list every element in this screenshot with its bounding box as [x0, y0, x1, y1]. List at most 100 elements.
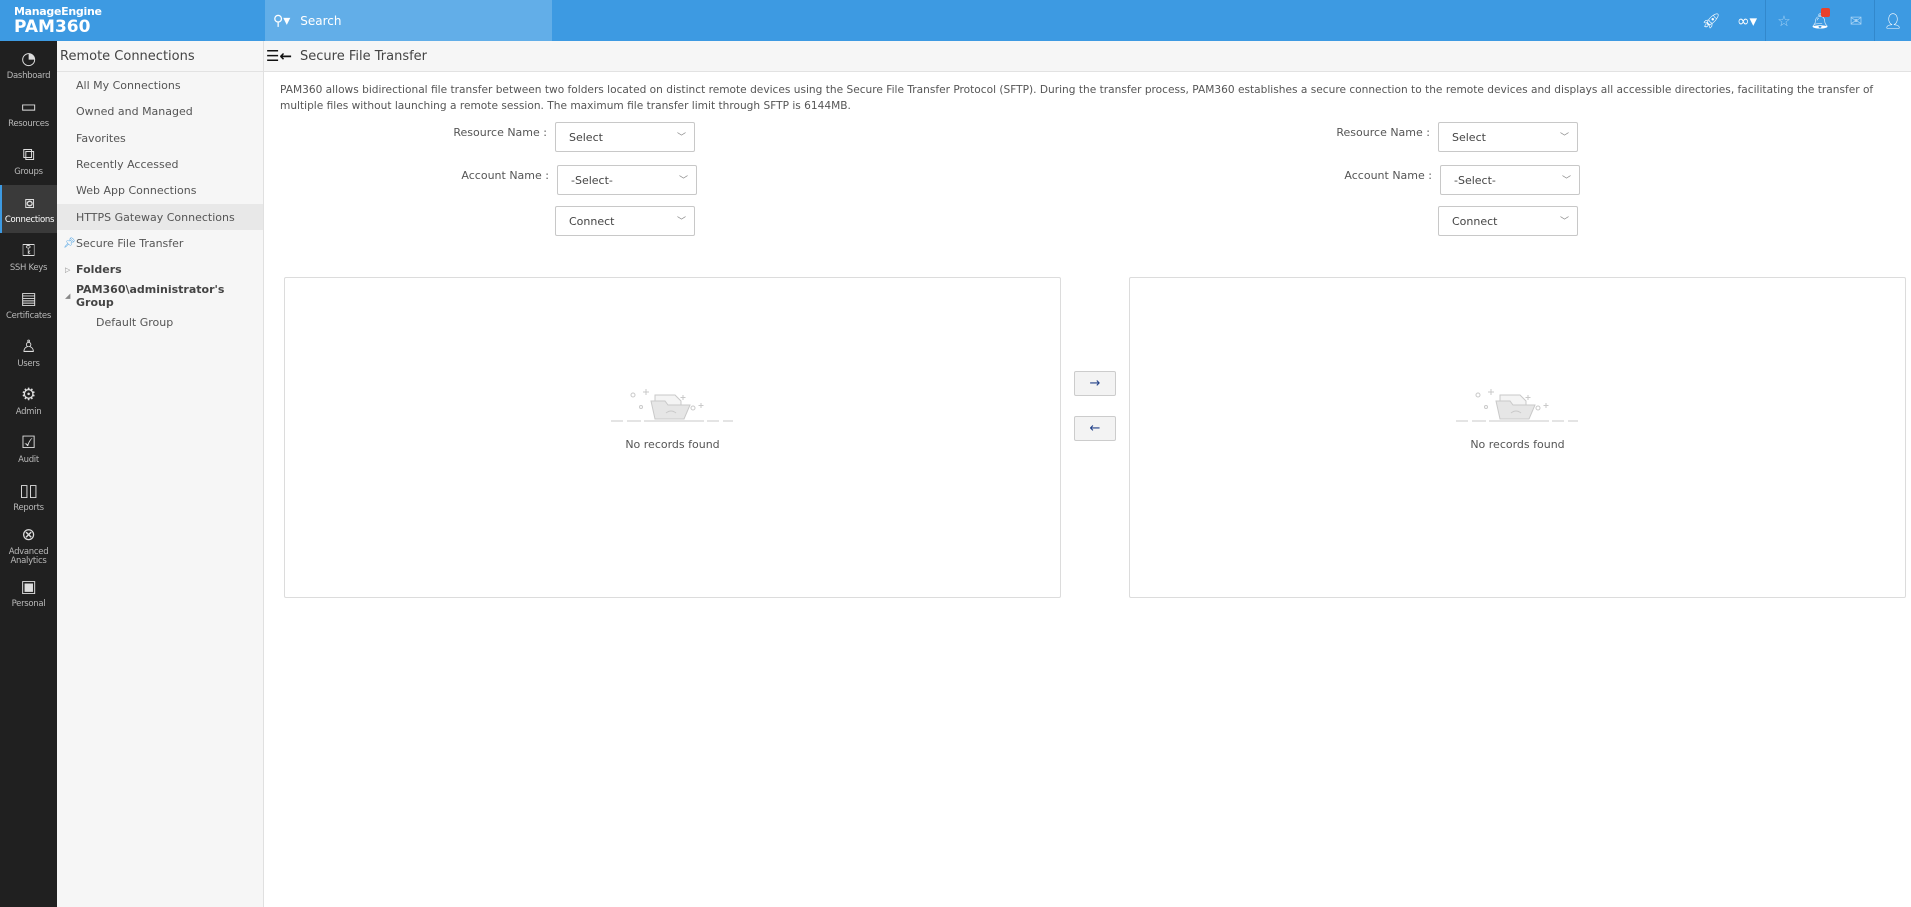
nav-audit[interactable]: ☑ Audit — [0, 425, 57, 473]
main-content: ☰ ← Secure File Transfer PAM360 allows b… — [264, 41, 1911, 907]
left-resource-label: Resource Name : — [453, 126, 547, 139]
link-icon[interactable]: ∞▾ — [1729, 0, 1765, 41]
nav-label: SSH Keys — [9, 263, 48, 273]
nav-label: Reports — [13, 503, 44, 513]
clipboard-check-icon: ☑ — [21, 433, 36, 453]
right-account-label: Account Name : — [1344, 169, 1432, 182]
sidebar-item-secure-file-transfer[interactable]: 📌︎ Secure File Transfer — [57, 230, 263, 256]
item-label: Folders — [76, 263, 122, 277]
sidebar-item-recently-accessed[interactable]: Recently Accessed — [57, 151, 263, 177]
search-bar[interactable]: ⚲▾ Search — [265, 0, 552, 41]
right-file-panel[interactable]: No records found — [1129, 277, 1906, 598]
right-account-select[interactable]: -Select- ﹀ — [1440, 165, 1580, 195]
nav-users[interactable]: ♙ Users — [0, 329, 57, 377]
select-value: -Select- — [1454, 173, 1496, 187]
left-connect-select[interactable]: Connect ﹀ — [555, 206, 695, 236]
item-label: HTTPS Gateway Connections — [76, 210, 235, 224]
search-icon: ⚲▾ — [273, 12, 291, 29]
ssh-key-icon: ⚿ — [22, 241, 35, 261]
search-input[interactable]: Search — [300, 14, 341, 28]
sidebar-title: Remote Connections — [57, 41, 263, 72]
right-resource-select[interactable]: Select ﹀ — [1438, 122, 1578, 152]
logo[interactable]: ManageEngine PAM360 — [14, 5, 102, 36]
left-resource-select[interactable]: Select ﹀ — [555, 122, 695, 152]
select-value: Connect — [1452, 214, 1498, 228]
nav-label: Admin — [15, 407, 42, 417]
item-label: Secure File Transfer — [76, 236, 184, 250]
arrow-right-icon: → — [1089, 376, 1101, 391]
sidebar-item-favorites[interactable]: Favorites — [57, 125, 263, 151]
page-title: Secure File Transfer — [300, 48, 428, 64]
groups-icon: ⧉ — [22, 145, 35, 165]
brand-name: PAM360 — [14, 17, 91, 37]
empty-folder-icon — [610, 389, 733, 422]
select-value: Select — [569, 130, 603, 144]
expand-icon[interactable]: ▷ — [65, 266, 70, 274]
transfer-left-button[interactable]: ← — [1074, 416, 1116, 441]
top-bar: ManageEngine PAM360 ⚲▾ Search 🚀︎ ∞▾ ☆ 🔔︎… — [0, 0, 1911, 41]
nav-label: Advanced Analytics — [8, 546, 49, 566]
sidebar-item-all-my-connections[interactable]: All My Connections — [57, 73, 263, 99]
nav-admin[interactable]: ⚙ Admin — [0, 377, 57, 425]
mail-icon[interactable]: ✉ — [1838, 0, 1874, 41]
nav-label: Personal — [11, 599, 46, 609]
chevron-down-icon: ﹀ — [676, 133, 686, 143]
empty-state: No records found — [608, 383, 738, 451]
left-file-panel[interactable]: No records found — [284, 277, 1061, 598]
nav-dashboard[interactable]: ◔ Dashboard — [0, 41, 57, 89]
empty-folder-icon — [1455, 389, 1578, 422]
empty-text: No records found — [625, 438, 720, 451]
nav-groups[interactable]: ⧉ Groups — [0, 137, 57, 185]
rocket-icon[interactable]: 🚀︎ — [1693, 0, 1729, 41]
right-connect-select[interactable]: Connect ﹀ — [1438, 206, 1578, 236]
nav-label: Dashboard — [6, 71, 51, 81]
chevron-down-icon: ﹀ — [1559, 133, 1569, 143]
nav-label: Groups — [14, 167, 43, 177]
nav-label: Audit — [18, 455, 39, 465]
bell-icon[interactable]: 🔔︎ — [1802, 0, 1838, 41]
sidebar-item-https-gateway[interactable]: HTTPS Gateway Connections — [57, 203, 263, 231]
sidebar-item-owned-managed[interactable]: Owned and Managed — [57, 99, 263, 125]
nav-resources[interactable]: ▭ Resources — [0, 89, 57, 137]
user-star-icon[interactable]: ☆ — [1766, 0, 1802, 41]
chevron-down-icon: ﹀ — [676, 217, 686, 227]
dashboard-icon: ◔ — [21, 49, 36, 69]
transfer-right-button[interactable]: → — [1074, 371, 1116, 396]
nav-advanced-analytics[interactable]: ⊗ Advanced Analytics — [0, 521, 57, 569]
nav-label: Certificates — [6, 311, 51, 321]
nav-connections[interactable]: ⧇ Connections — [0, 185, 57, 233]
pin-icon: 📌︎ — [63, 237, 76, 249]
user-menu-icon[interactable]: 👤︎ — [1875, 0, 1911, 41]
item-label: PAM360\administrator's Group — [76, 283, 225, 310]
nav-reports[interactable]: ▯▯ Reports — [0, 473, 57, 521]
back-arrow-icon[interactable]: ← — [279, 47, 292, 65]
monitor-icon: ▭ — [20, 97, 37, 117]
nav-certificates[interactable]: ▤ Certificates — [0, 281, 57, 329]
nav-label: Connections — [4, 215, 55, 225]
chevron-down-icon: ﹀ — [678, 176, 688, 186]
item-label: All My Connections — [76, 79, 181, 93]
chevron-down-icon: ﹀ — [1559, 217, 1569, 227]
sidebar-item-web-app-connections[interactable]: Web App Connections — [57, 178, 263, 204]
menu-toggle-icon[interactable]: ☰ — [266, 47, 279, 65]
sidebar-item-admin-group[interactable]: ◢ PAM360\administrator's Group — [57, 283, 263, 309]
notification-badge — [1821, 8, 1830, 17]
nav-label: Users — [17, 359, 40, 369]
sidebar-item-folders[interactable]: ▷ Folders — [57, 257, 263, 283]
connections-sidebar: Remote Connections All My Connections Ow… — [57, 41, 264, 907]
empty-state: No records found — [1453, 383, 1583, 451]
left-account-label: Account Name : — [461, 169, 549, 182]
gear-icon: ⚙ — [21, 385, 36, 405]
page-description: PAM360 allows bidirectional file transfe… — [280, 84, 1874, 112]
left-account-select[interactable]: -Select- ﹀ — [557, 165, 697, 195]
page-header: ☰ ← Secure File Transfer — [264, 41, 1911, 72]
analytics-icon: ⊗ — [21, 524, 36, 545]
collapse-icon[interactable]: ◢ — [65, 292, 70, 300]
nav-ssh-keys[interactable]: ⚿ SSH Keys — [0, 233, 57, 281]
select-value: -Select- — [571, 173, 613, 187]
item-label: Web App Connections — [76, 184, 197, 198]
sidebar-item-default-group[interactable]: Default Group — [57, 309, 263, 335]
nav-personal[interactable]: ▣ Personal — [0, 569, 57, 617]
main-nav: ◔ Dashboard ▭ Resources ⧉ Groups ⧇ Connectio… — [0, 41, 57, 907]
empty-text: No records found — [1470, 438, 1565, 451]
